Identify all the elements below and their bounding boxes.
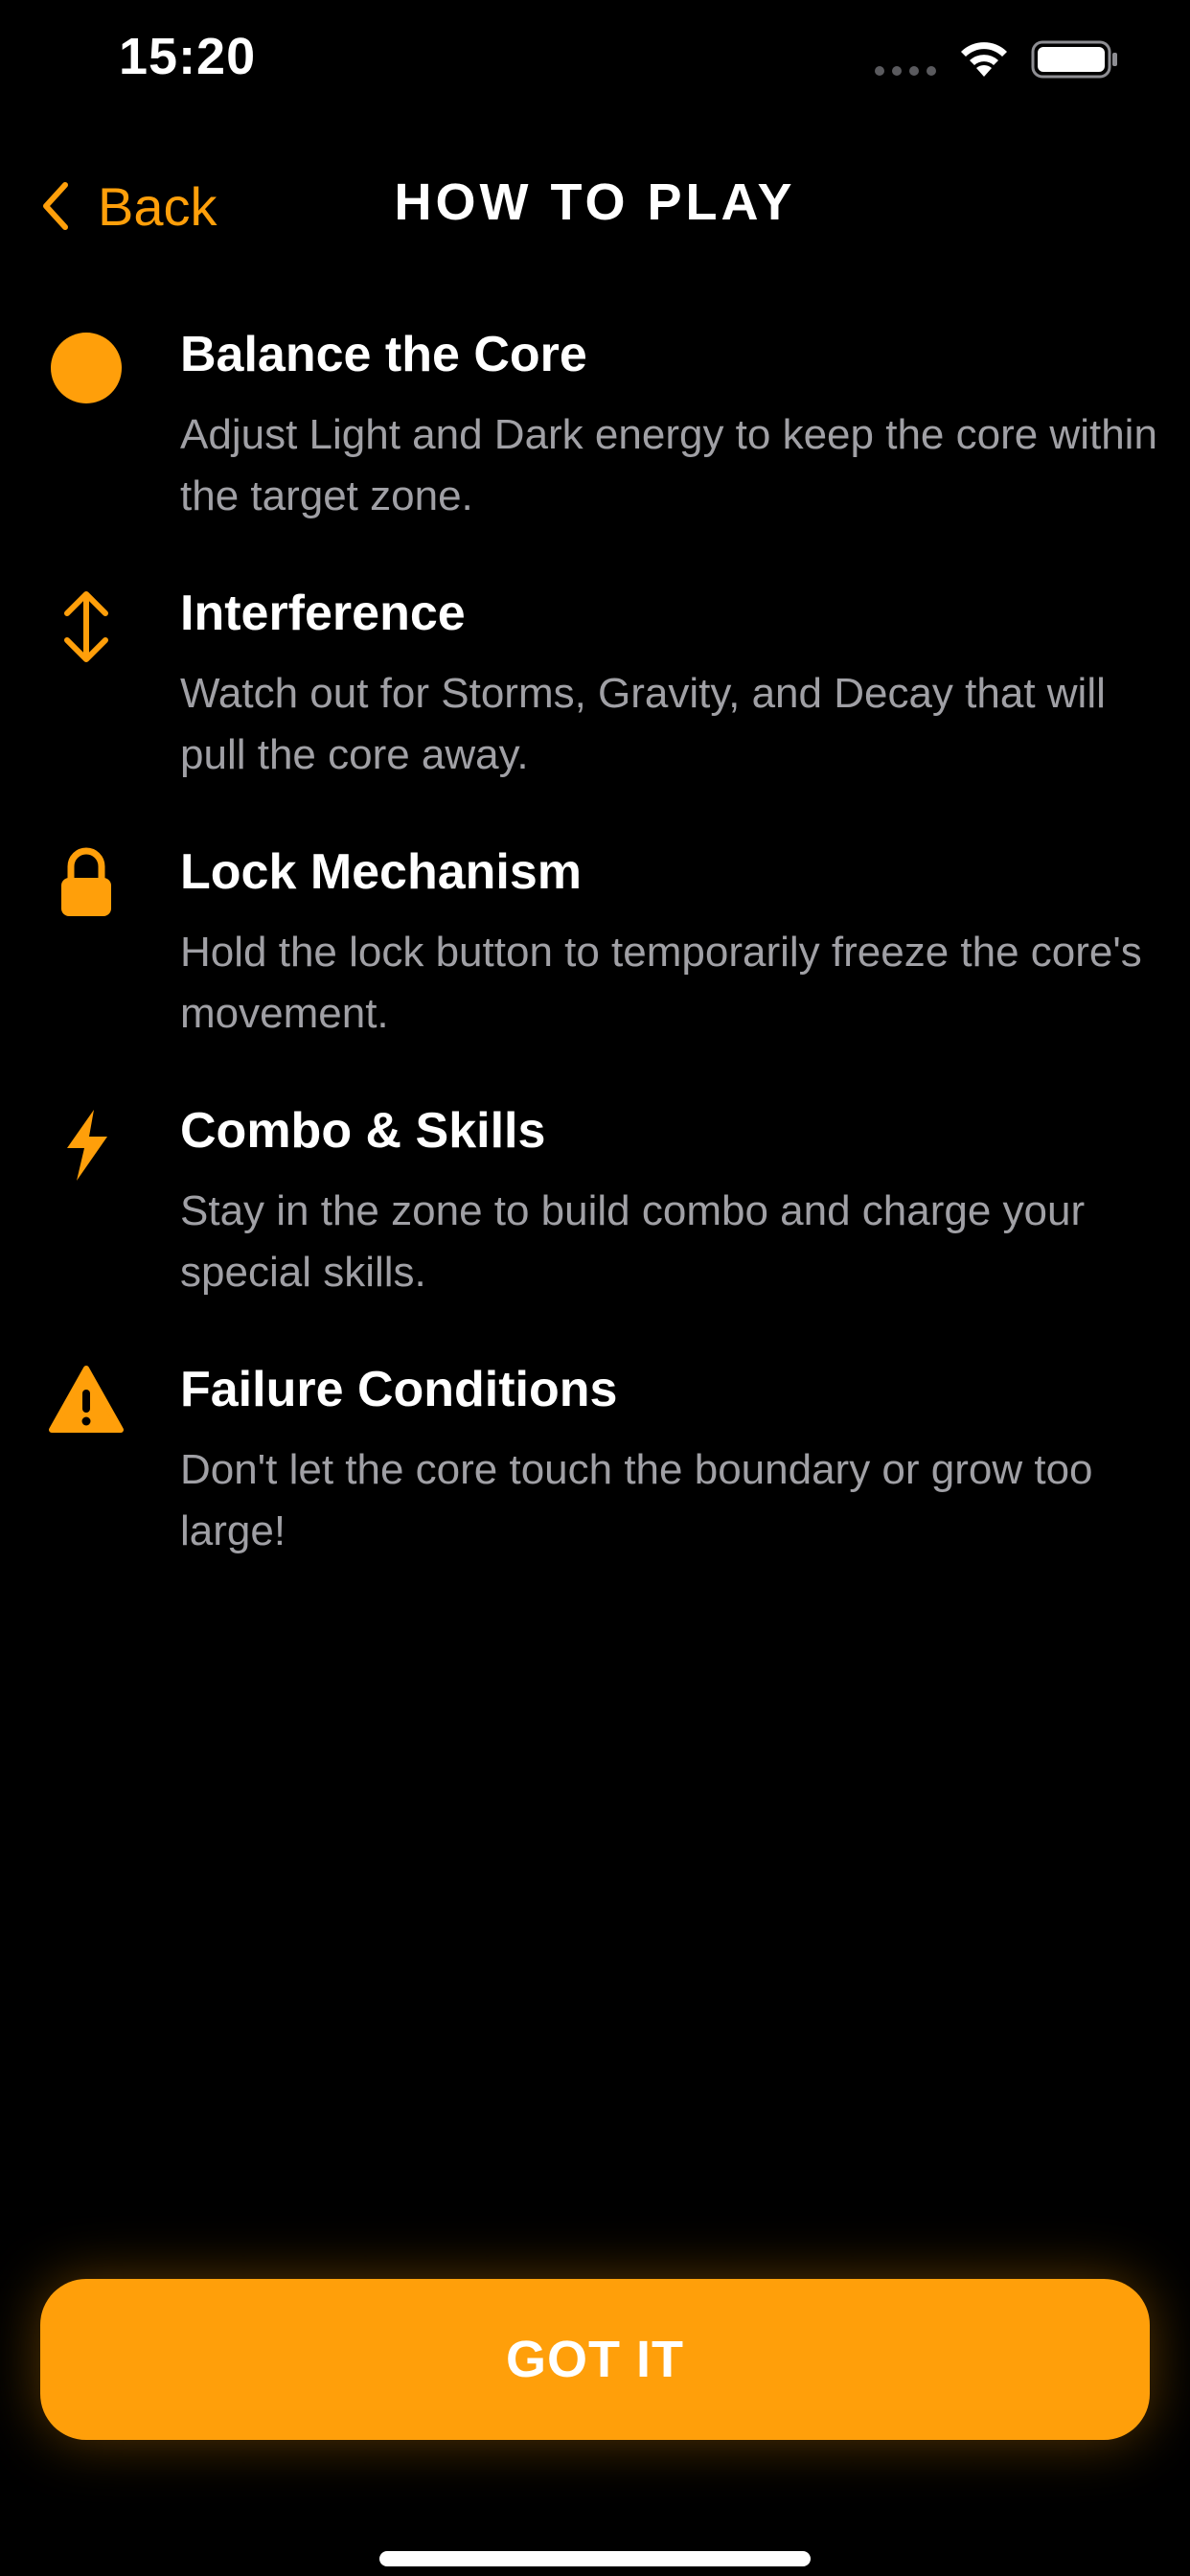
rule-description: Watch out for Storms, Gravity, and Decay… [180, 670, 1106, 778]
nav-bar: Back HOW TO PLAY [0, 153, 1190, 259]
rule-title: Interference [180, 586, 466, 641]
rule-description: Hold the lock button to temporarily free… [180, 929, 1142, 1037]
rule-title: Failure Conditions [180, 1362, 618, 1417]
warning-icon [48, 1361, 125, 1438]
rule-title: Lock Mechanism [180, 844, 583, 900]
battery-icon [1031, 40, 1117, 79]
rule-title: Balance the Core [180, 327, 587, 382]
circle-icon [48, 330, 125, 406]
rule-title: Combo & Skills [180, 1103, 546, 1159]
arrow-up-down-icon [48, 588, 125, 665]
cellular-signal-icon [875, 66, 936, 76]
status-time: 15:20 [119, 28, 257, 85]
rule-description: Adjust Light and Dark energy to keep the… [180, 411, 1157, 519]
status-bar: 15:20 [0, 0, 1190, 125]
got-it-label: GOT IT [506, 2331, 684, 2388]
wifi-icon [961, 42, 1007, 77]
page-title: HOW TO PLAY [394, 173, 796, 231]
got-it-button[interactable]: GOT IT [40, 2279, 1150, 2440]
rule-description: Don't let the core touch the boundary or… [180, 1446, 1093, 1554]
bolt-icon [48, 1106, 125, 1183]
home-indicator [379, 2551, 811, 2566]
rule-description: Stay in the zone to build combo and char… [180, 1187, 1086, 1296]
lock-icon [48, 843, 125, 920]
